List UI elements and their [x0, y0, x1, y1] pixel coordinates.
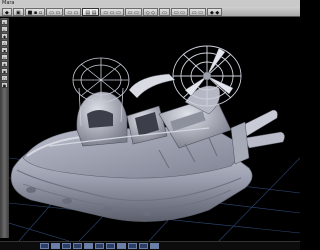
status-indicator-6[interactable]	[95, 243, 104, 249]
sidebar-tool-1[interactable]: ▸	[1, 19, 8, 25]
status-indicator-10[interactable]	[139, 243, 148, 249]
view-tools-button[interactable]: ▭ ▭	[46, 7, 64, 16]
sidebar-tool-6[interactable]: ▫	[1, 54, 8, 60]
status-indicator-5[interactable]	[84, 243, 93, 249]
light-tools-button[interactable]: ▭ ▭	[188, 7, 206, 16]
layout-tools-button[interactable]: ▭ ▭	[64, 7, 82, 16]
sidebar-tool-2[interactable]: ▹	[1, 26, 8, 32]
viewport-canvas	[9, 45, 300, 241]
symmetry-tools-button[interactable]: ◇ ◇	[142, 7, 159, 16]
status-indicator-3[interactable]	[62, 243, 71, 249]
status-indicator-7[interactable]	[106, 243, 115, 249]
sidebar-tool-10[interactable]: ●	[1, 82, 8, 88]
sidebar-tool-4[interactable]: ◇	[1, 40, 8, 46]
tool-sidebar: ▸ ▹ ◆ ◇ ▪ ▫ ◈ ◉ ○ ●	[0, 18, 9, 238]
status-indicator-2[interactable]	[51, 243, 60, 249]
material-tools-button[interactable]: ◆ ◆	[206, 7, 223, 16]
sidebar-tool-9[interactable]: ○	[1, 75, 8, 81]
status-indicator-9[interactable]	[128, 243, 137, 249]
shape-tools-button[interactable]: ■ ▪ ▫	[24, 7, 46, 16]
status-indicator-8[interactable]	[117, 243, 126, 249]
render-tools-button[interactable]: ▭ ▭ ▭	[100, 7, 124, 16]
sidebar-tool-5[interactable]: ▪	[1, 47, 8, 53]
select-tool-button[interactable]: ◆	[2, 7, 12, 16]
camera-tools-button[interactable]: ▭ ▭	[170, 7, 188, 16]
status-indicator-4[interactable]	[73, 243, 82, 249]
status-indicator-1[interactable]	[40, 243, 49, 249]
3d-viewport[interactable]	[9, 18, 300, 241]
hovercraft-model	[10, 45, 285, 222]
sidebar-tool-8[interactable]: ◉	[1, 68, 8, 74]
main-toolbar: ◆ ▣ ■ ▪ ▫ ▭ ▭ ▭ ▭ ▤ ▤ ▭ ▭ ▭ ▭ ▭ ◇ ◇ ▭ ▭ …	[0, 7, 300, 17]
menu-item-mara[interactable]: Mara	[2, 0, 15, 7]
active-mode-tab[interactable]: ▤ ▤	[82, 7, 100, 16]
status-indicator-11[interactable]	[150, 243, 159, 249]
move-tool-button[interactable]: ▣	[12, 7, 24, 16]
sidebar-tool-7[interactable]: ◈	[1, 61, 8, 67]
menu-bar: Mara	[0, 0, 300, 7]
edit-tools-button[interactable]: ▭ ▭	[124, 7, 142, 16]
snap-tool-button[interactable]: ▭	[159, 7, 170, 16]
sidebar-tool-3[interactable]: ◆	[1, 33, 8, 39]
status-bar	[0, 241, 300, 250]
